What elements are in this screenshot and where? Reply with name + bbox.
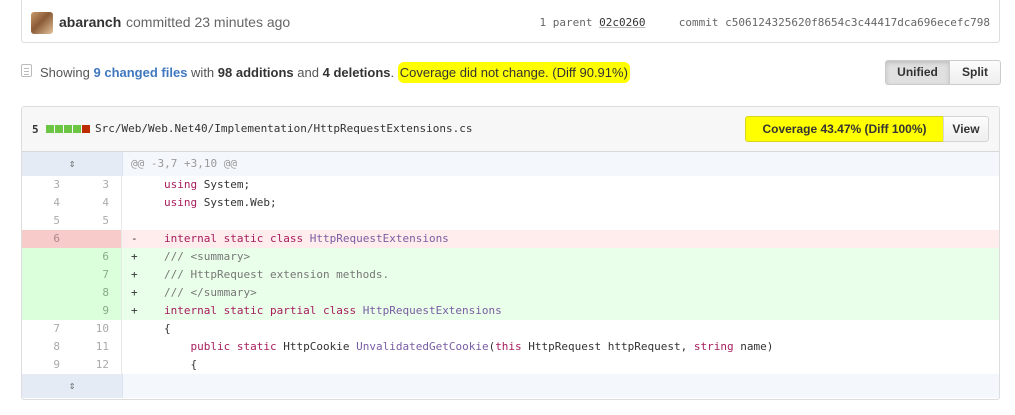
diff-line-ctx: 4 4 using System.Web; — [22, 194, 999, 212]
code-text: /// HttpRequest extension methods. — [164, 268, 390, 281]
old-line-number[interactable] — [22, 302, 72, 320]
old-line-number[interactable] — [22, 284, 72, 302]
old-line-number[interactable] — [22, 248, 72, 266]
old-line-number[interactable]: 7 — [22, 320, 72, 338]
parent-sha-link[interactable]: 02c0260 — [599, 16, 645, 29]
new-line-number[interactable] — [72, 230, 122, 248]
code-text: using System; — [164, 178, 251, 191]
summary-with: with — [191, 65, 215, 80]
unified-view-button[interactable]: Unified — [885, 60, 950, 85]
code-text: /// </summary> — [164, 286, 257, 299]
diff-line-ctx: 7 10 { — [22, 320, 999, 338]
avatar[interactable] — [31, 12, 53, 34]
diffstat-add-block — [46, 125, 54, 133]
diff-line-ctx: 9 12 { — [22, 356, 999, 374]
file-path: Src/Web/Web.Net40/Implementation/HttpReq… — [95, 122, 473, 135]
commit-meta: 1 parent 02c0260 commit c506124325620f86… — [540, 16, 991, 29]
diff-summary: Showing 9 changed files with 98 addition… — [40, 62, 630, 83]
old-line-number[interactable] — [22, 266, 72, 284]
new-line-number[interactable]: 9 — [72, 302, 122, 320]
diffstat-add-block — [73, 125, 81, 133]
new-line-number[interactable]: 5 — [72, 212, 122, 230]
summary-and: and — [297, 65, 319, 80]
diff-sign: - — [131, 232, 138, 245]
code-text: internal static partial class HttpReques… — [164, 304, 502, 317]
old-line-number[interactable]: 3 — [22, 176, 72, 194]
code-text: using System.Web; — [164, 196, 277, 209]
additions-count: 98 additions — [217, 65, 294, 80]
commit-author-link[interactable]: abaranch — [59, 14, 121, 30]
deletions-count: 4 deletions — [322, 65, 391, 80]
old-line-number[interactable]: 4 — [22, 194, 72, 212]
new-line-number[interactable]: 12 — [72, 356, 122, 374]
hunk-range: @@ -3,7 +3,10 @@ — [131, 157, 237, 170]
diff-table: ⇕ @@ -3,7 +3,10 @@ 3 3 using System; 4 4 using … — [22, 152, 999, 398]
diff-line-add: 6 + /// <summary> — [22, 248, 999, 266]
new-line-number[interactable]: 11 — [72, 338, 122, 356]
diff-line-add: 8 + /// </summary> — [22, 284, 999, 302]
file-header: 5 Src/Web/Web.Net40/Implementation/HttpR… — [22, 107, 999, 152]
old-line-number[interactable]: 6 — [22, 230, 72, 248]
code-text: /// <summary> — [164, 250, 251, 263]
new-line-number[interactable]: 7 — [72, 266, 122, 284]
new-line-number[interactable]: 6 — [72, 248, 122, 266]
commit-sha: c506124325620f8654c3c44417dca696ecefc798 — [725, 16, 990, 29]
diff-line-ctx: 8 11 public static HttpCookie Unvalidated… — [22, 338, 999, 356]
code-text: { — [164, 322, 171, 335]
old-line-number[interactable]: 8 — [22, 338, 72, 356]
diff-line-add: 9 + internal static partial class HttpRequ… — [22, 302, 999, 320]
changed-files-link[interactable]: 9 changed files — [94, 65, 188, 80]
hunk-footer: ⇕ — [22, 374, 999, 398]
coverage-summary: Coverage did not change. (Diff 90.91%) — [397, 62, 630, 83]
diff-line-ctx: 3 3 using System; — [22, 176, 999, 194]
diffstat-blocks — [46, 125, 91, 133]
diffstat-add-block — [64, 125, 72, 133]
code-text: internal static class HttpRequestExtensi… — [164, 232, 449, 245]
diff-sign: + — [131, 268, 138, 281]
diffstat-del-block — [82, 125, 90, 133]
new-line-number[interactable]: 4 — [72, 194, 122, 212]
commit-label: commit — [678, 16, 719, 29]
summary-period: . — [390, 65, 395, 80]
change-count: 5 — [32, 123, 39, 136]
commit-time: committed 23 minutes ago — [126, 14, 291, 30]
diff-sign: + — [131, 250, 138, 263]
diff-line-add: 7 + /// HttpRequest extension methods. — [22, 266, 999, 284]
file-list-icon[interactable] — [21, 64, 32, 77]
unfold-icon[interactable]: ⇕ — [22, 374, 123, 398]
old-line-number[interactable]: 9 — [22, 356, 72, 374]
diff-line-ctx: 55 — [22, 212, 999, 230]
commit-header: abaranch committed 23 minutes ago 1 pare… — [21, 0, 1000, 43]
coverage-button[interactable]: Coverage 43.47% (Diff 100%) — [745, 116, 944, 142]
diffstat-add-block — [55, 125, 63, 133]
code-text: { — [164, 358, 198, 371]
diff-line-del: 6 - internal static class HttpRequestExten… — [22, 230, 999, 248]
hunk-header: ⇕ @@ -3,7 +3,10 @@ — [22, 152, 999, 176]
new-line-number[interactable]: 3 — [72, 176, 122, 194]
diff-sign: + — [131, 304, 138, 317]
unfold-icon[interactable]: ⇕ — [22, 152, 123, 176]
new-line-number[interactable]: 8 — [72, 284, 122, 302]
file-diff: 5 Src/Web/Web.Net40/Implementation/HttpR… — [21, 106, 1000, 400]
view-file-button[interactable]: View — [943, 116, 989, 142]
old-line-number[interactable]: 5 — [22, 212, 72, 230]
parent-label: 1 parent — [539, 16, 593, 29]
new-line-number[interactable]: 10 — [72, 320, 122, 338]
summary-showing: Showing — [40, 65, 90, 80]
diff-sign: + — [131, 286, 138, 299]
split-view-button[interactable]: Split — [949, 60, 1001, 85]
code-text: public static HttpCookie UnvalidatedGetC… — [190, 340, 774, 353]
